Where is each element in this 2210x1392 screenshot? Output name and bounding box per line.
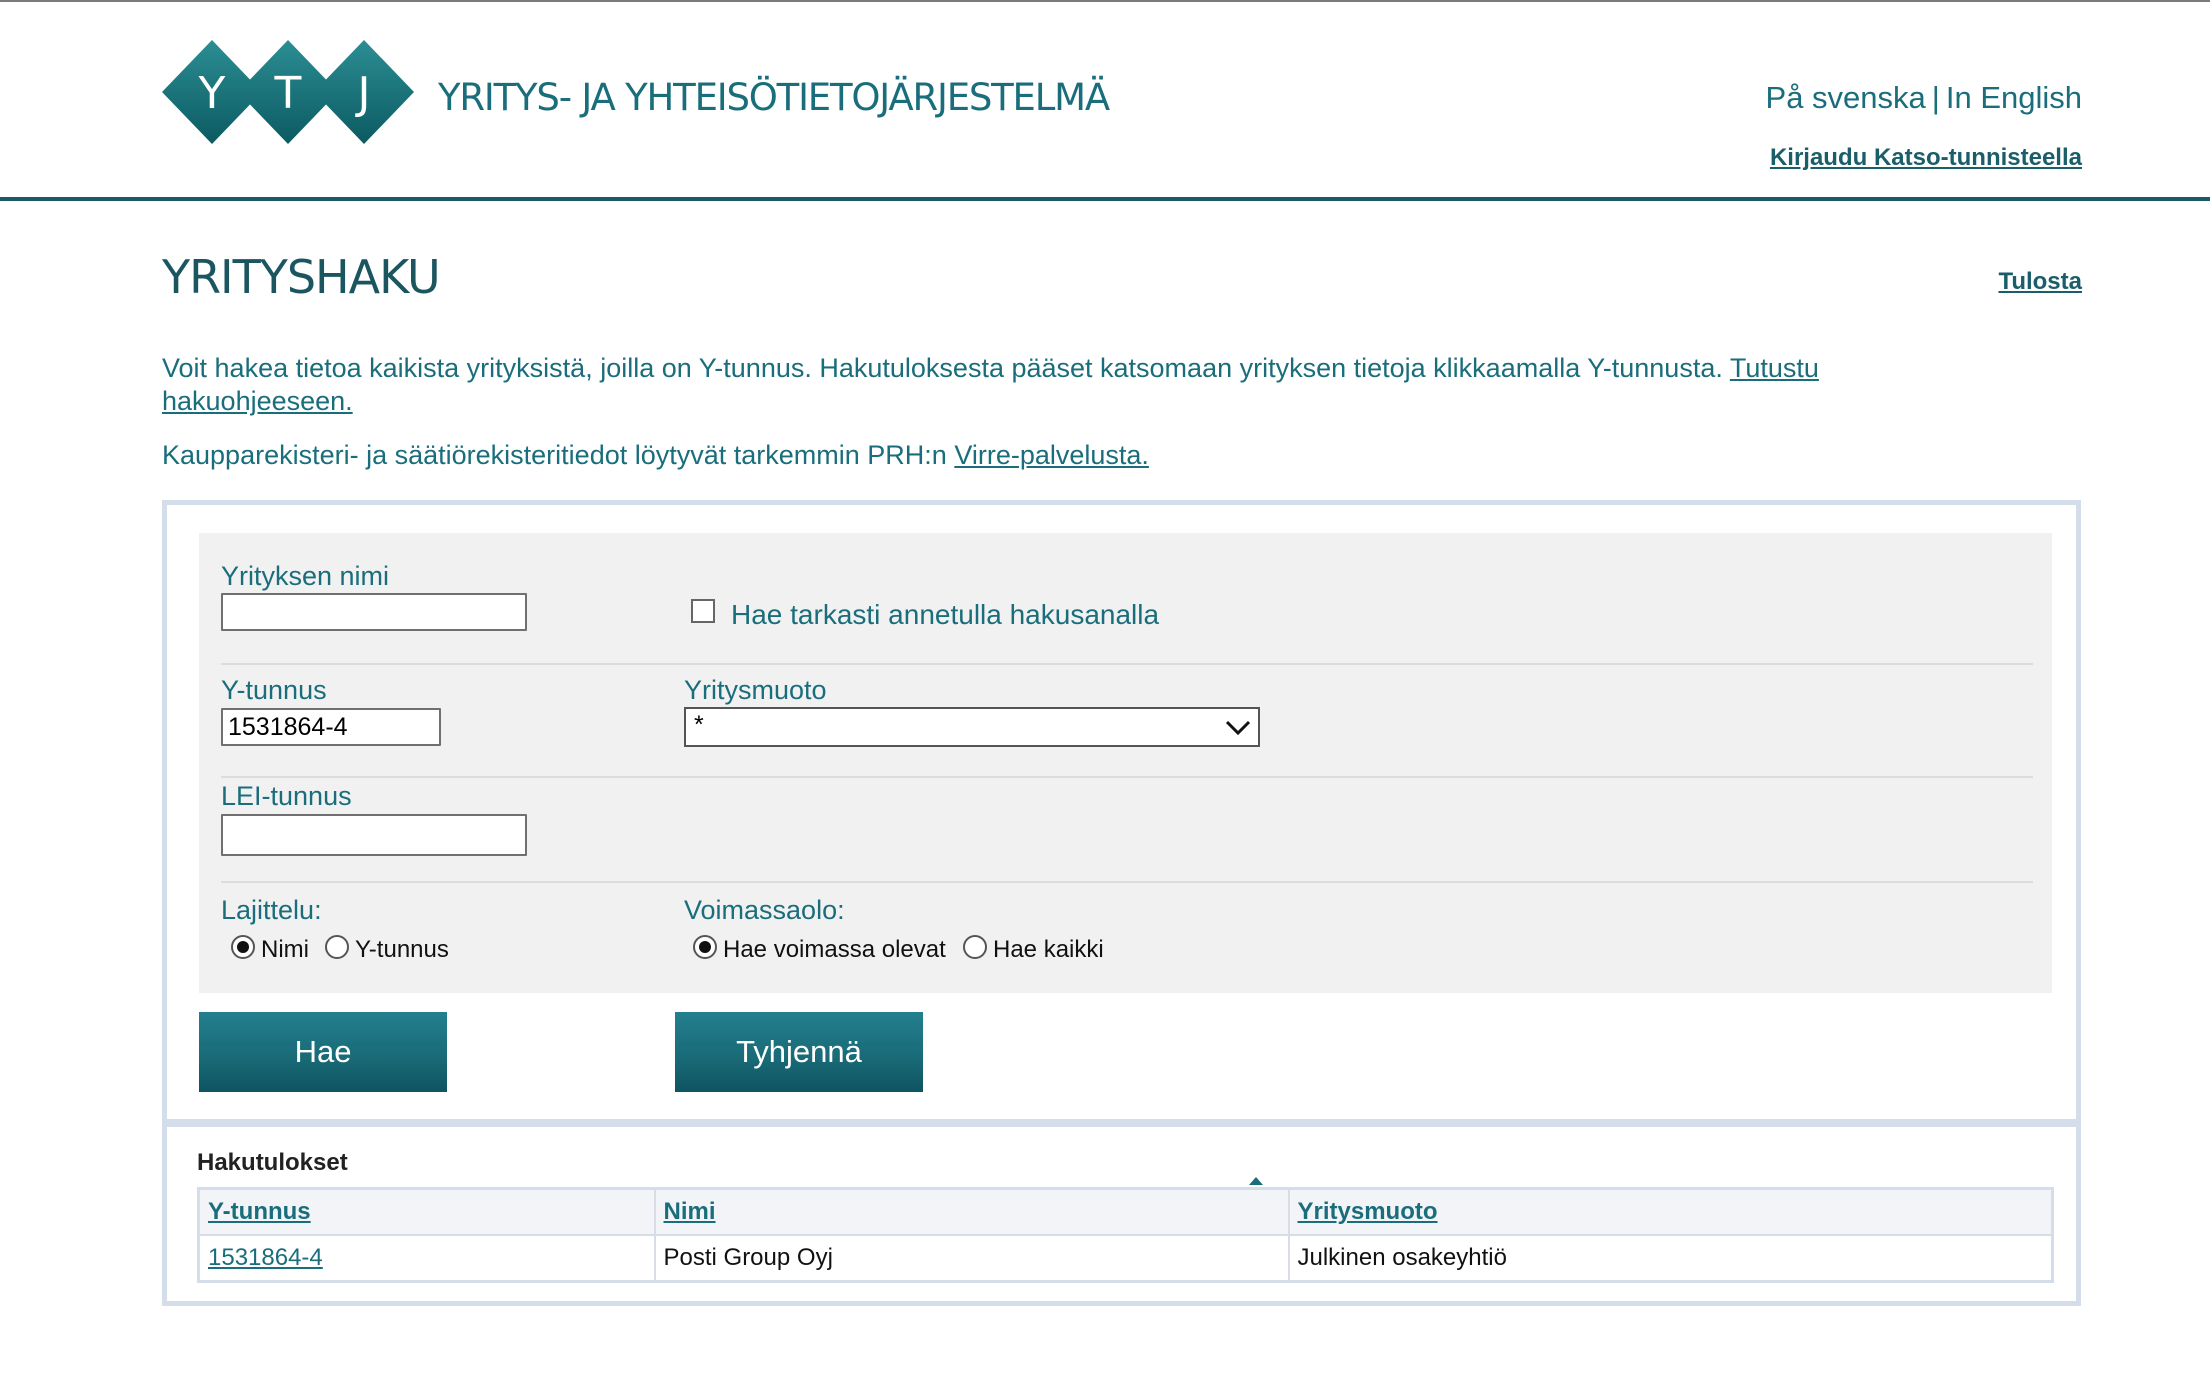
intro2-sentence: Kaupparekisteri- ja säätiörekisteritiedo…: [162, 440, 947, 470]
sort-label: Lajittelu:: [221, 895, 322, 925]
sort-by-business-id-link[interactable]: Y-tunnus: [208, 1198, 311, 1225]
table-row: 1531864-4 Posti Group Oyj Julkinen osake…: [197, 1234, 2054, 1283]
lang-separator: |: [1931, 80, 1940, 115]
row-divider: [221, 663, 2033, 665]
sort-by-company-form-link[interactable]: Yritysmuoto: [1298, 1198, 1438, 1225]
lei-input[interactable]: [221, 814, 527, 856]
results-table: Y-tunnus Nimi Yritysmuoto 1531864-4 Post…: [197, 1187, 2054, 1283]
logo-text: YRITYS- JA YHTEISÖTIETOJÄRJESTELMÄ: [438, 76, 1110, 119]
cell-company-form: Julkinen osakeyhtiö: [1287, 1234, 2054, 1283]
table-header-row: Y-tunnus Nimi Yritysmuoto: [197, 1187, 2054, 1236]
clear-button[interactable]: Tyhjennä: [675, 1012, 923, 1092]
lang-english-link[interactable]: In English: [1946, 80, 2082, 115]
company-name-input[interactable]: [221, 593, 527, 631]
chevron-down-icon: [1225, 720, 1251, 736]
company-form-select[interactable]: *: [684, 707, 1260, 747]
column-header-business-id: Y-tunnus: [197, 1187, 656, 1236]
company-id-link[interactable]: 1531864-4: [208, 1244, 323, 1271]
search-form: Yrityksen nimi Hae tarkasti annetulla ha…: [199, 533, 2052, 993]
company-form-label: Yritysmuoto: [684, 675, 827, 705]
logo-letter-t: T: [274, 68, 302, 119]
validity-active-radio[interactable]: [693, 935, 717, 959]
site-header: Y T J YRITYS- JA YHTEISÖTIETOJÄRJESTELMÄ…: [0, 2, 2210, 198]
row-divider: [221, 776, 2033, 778]
print-link[interactable]: Tulosta: [1998, 268, 2082, 296]
row-divider: [221, 881, 2033, 883]
exact-search-checkbox[interactable]: [691, 599, 715, 623]
lei-label: LEI-tunnus: [221, 781, 352, 811]
intro-text: Voit hakea tietoa kaikista yrityksistä, …: [162, 352, 1912, 418]
cell-business-id: 1531864-4: [197, 1234, 656, 1283]
exact-search-label: Hae tarkasti annetulla hakusanalla: [731, 599, 1160, 630]
column-header-company-form: Yritysmuoto: [1287, 1187, 2054, 1236]
results-panel: Hakutulokset Y-tunnus Nimi Yritysmuoto 1…: [162, 1122, 2081, 1306]
lang-swedish-link[interactable]: På svenska: [1766, 80, 1926, 115]
column-header-name: Nimi: [653, 1187, 1290, 1236]
logo-letter-y: Y: [198, 68, 226, 119]
page-title: YRITYSHAKU: [162, 250, 441, 304]
validity-label: Voimassaolo:: [684, 895, 845, 925]
business-id-input[interactable]: [221, 708, 441, 746]
sort-by-name-link[interactable]: Nimi: [664, 1198, 716, 1225]
business-id-label: Y-tunnus: [221, 675, 327, 705]
validity-active-label: Hae voimassa olevat: [723, 936, 946, 963]
intro-text-2: Kaupparekisteri- ja säätiörekisteritiedo…: [162, 440, 1149, 471]
virre-link[interactable]: Virre-palvelusta.: [954, 440, 1149, 470]
sort-by-name-label: Nimi: [261, 936, 309, 963]
intro-sentence: Voit hakea tietoa kaikista yrityksistä, …: [162, 353, 1723, 383]
company-name-label: Yrityksen nimi: [221, 561, 390, 591]
login-link[interactable]: Kirjaudu Katso-tunnisteella: [1770, 144, 2082, 172]
logo-letter-j: J: [355, 68, 371, 119]
company-form-selected: *: [694, 711, 704, 739]
ytj-logo[interactable]: Y T J: [160, 38, 416, 146]
validity-all-radio[interactable]: [963, 935, 987, 959]
results-title: Hakutulokset: [197, 1149, 348, 1176]
language-switcher: På svenska | In English: [1766, 80, 2082, 116]
sort-ascending-icon: [1249, 1177, 1263, 1185]
header-divider: [0, 197, 2210, 201]
search-button[interactable]: Hae: [199, 1012, 447, 1092]
sort-by-name-radio[interactable]: [231, 935, 255, 959]
search-panel: Yrityksen nimi Hae tarkasti annetulla ha…: [162, 500, 2081, 1124]
cell-name: Posti Group Oyj: [653, 1234, 1290, 1283]
sort-by-id-radio[interactable]: [325, 935, 349, 959]
validity-all-label: Hae kaikki: [993, 936, 1104, 963]
sort-by-id-label: Y-tunnus: [355, 936, 449, 963]
